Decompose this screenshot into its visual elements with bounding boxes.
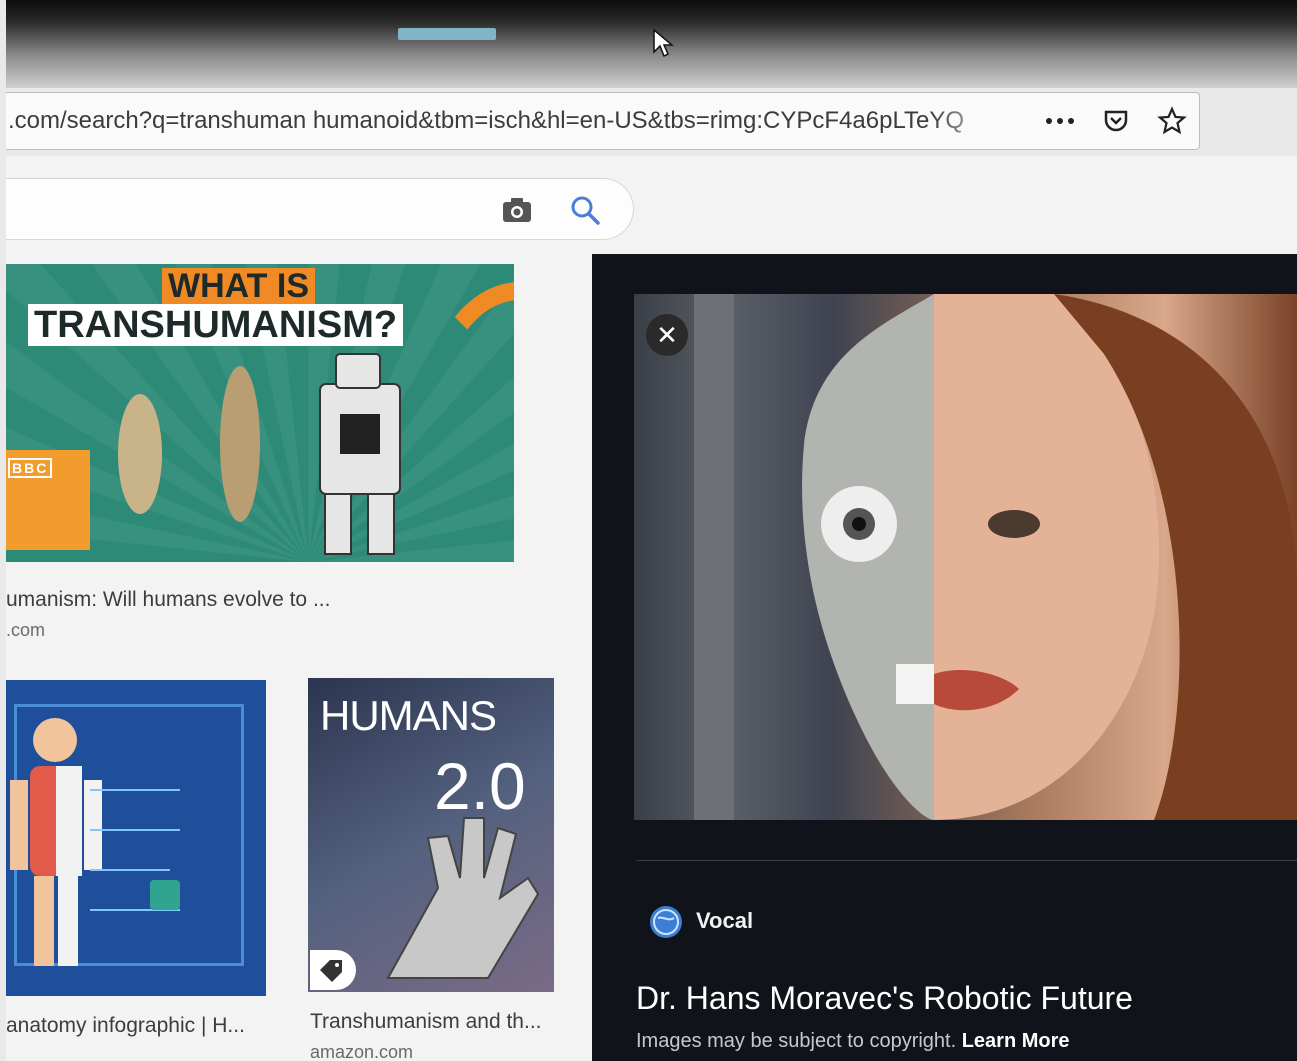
url-fade xyxy=(930,97,1010,145)
evolution-illustration xyxy=(118,353,401,555)
pocket-icon[interactable] xyxy=(1099,101,1133,141)
preview-site-name[interactable]: Vocal xyxy=(696,908,753,934)
result-caption[interactable]: anatomy infographic | H... xyxy=(6,1014,245,1038)
active-tab-indicator[interactable] xyxy=(398,28,496,40)
camera-icon[interactable] xyxy=(500,194,534,226)
result-thumbnail-transhumanism[interactable]: BBC WHAT IS TRANSHUMANISM? xyxy=(0,264,514,562)
copyright-notice: Images may be subject to copyright. Lear… xyxy=(636,1030,1070,1053)
anatomy-figure-illustration xyxy=(10,718,180,966)
bbc-badge: BBC xyxy=(0,450,90,550)
learn-more-link[interactable]: Learn More xyxy=(962,1030,1070,1052)
monitor-bezel xyxy=(0,0,6,1061)
preview-image[interactable] xyxy=(634,294,1297,820)
cyborg-face-illustration xyxy=(694,294,1297,820)
bbc-logo: BBC xyxy=(8,458,53,478)
preview-title[interactable]: Dr. Hans Moravec's Robotic Future xyxy=(636,980,1133,1017)
search-icon[interactable] xyxy=(568,193,602,227)
robotic-hand-illustration xyxy=(386,817,540,979)
result-caption[interactable]: umanism: Will humans evolve to ... xyxy=(6,588,330,612)
result-source[interactable]: .com xyxy=(6,620,45,641)
more-actions-icon[interactable] xyxy=(1043,101,1077,141)
thumbnail-heading-line1: WHAT IS xyxy=(162,268,316,304)
address-bar[interactable]: .com/search?q=transhuman humanoid&tbm=is… xyxy=(0,92,1200,150)
globe-icon xyxy=(650,906,682,938)
thumbnail-heading-line2: TRANSHUMANISM? xyxy=(28,304,404,346)
book-cover-title: HUMANS xyxy=(320,692,497,739)
result-caption[interactable]: Transhumanism and th... xyxy=(310,1010,542,1034)
close-preview-button[interactable]: ✕ xyxy=(646,314,688,356)
url-text[interactable]: .com/search?q=transhuman humanoid&tbm=is… xyxy=(8,107,998,135)
price-tag-icon xyxy=(310,950,356,990)
address-bar-actions xyxy=(1043,101,1189,141)
result-thumbnail-anatomy[interactable] xyxy=(0,680,266,996)
bookmark-star-icon[interactable] xyxy=(1155,101,1189,141)
result-source[interactable]: amazon.com xyxy=(310,1042,413,1061)
search-box[interactable] xyxy=(0,178,634,240)
browser-top-bar xyxy=(0,0,1297,88)
mouse-cursor-icon xyxy=(653,28,674,58)
preview-divider xyxy=(636,860,1297,861)
copyright-text: Images may be subject to copyright. xyxy=(636,1030,957,1052)
result-thumbnail-humans-2[interactable]: HUMANS 2.0 xyxy=(308,678,554,992)
